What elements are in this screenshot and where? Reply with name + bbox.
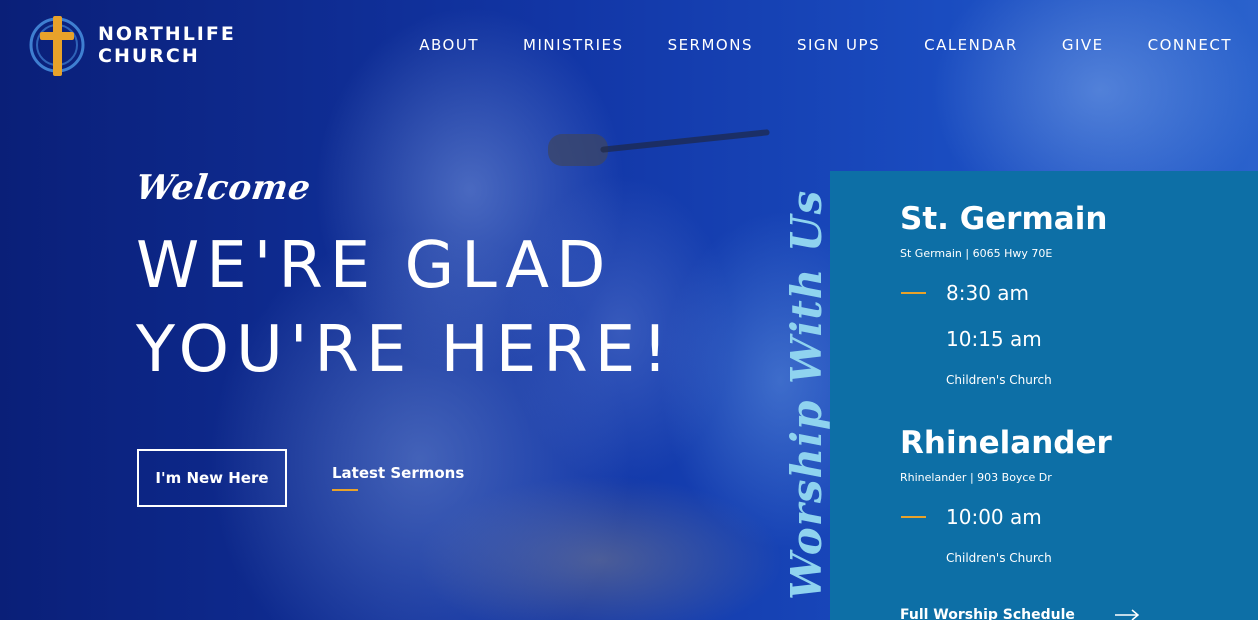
location-address-rhinelander: Rhinelander | 903 Boyce Dr: [900, 471, 1052, 484]
nav-sign-ups[interactable]: SIGN UPS: [797, 36, 880, 54]
nav-calendar[interactable]: CALENDAR: [924, 36, 1018, 54]
nav-sermons[interactable]: SERMONS: [668, 36, 753, 54]
brand-line-2: CHURCH: [98, 45, 200, 67]
main-navigation: ABOUT MINISTRIES SERMONS SIGN UPS CALEND…: [375, 36, 1232, 54]
headline-line-1: WE'RE GLAD: [136, 229, 613, 303]
headline-line-2: YOU'RE HERE!: [136, 313, 675, 387]
cross-in-circle-icon: [29, 16, 85, 76]
microphone-shape: [548, 134, 608, 166]
time-accent-dash: [901, 292, 926, 294]
nav-give[interactable]: GIVE: [1062, 36, 1104, 54]
new-here-button[interactable]: I'm New Here: [137, 449, 287, 507]
arrow-right-icon[interactable]: [1114, 609, 1140, 620]
service-time: 10:00 am: [946, 505, 1042, 529]
nav-connect[interactable]: CONNECT: [1148, 36, 1232, 54]
brand-name: NORTHLIFE CHURCH: [98, 23, 236, 67]
service-time: 10:15 am: [946, 327, 1042, 351]
link-accent-underline: [332, 489, 358, 491]
service-time: 8:30 am: [946, 281, 1030, 305]
nav-about[interactable]: ABOUT: [419, 36, 479, 54]
full-worship-schedule-link[interactable]: Full Worship Schedule: [900, 607, 1075, 620]
time-accent-dash: [901, 516, 926, 518]
childrens-church-note: Children's Church: [946, 551, 1052, 565]
hero-headline: WE'RE GLAD YOU'RE HERE!: [136, 224, 675, 392]
welcome-script: Welcome: [133, 168, 314, 208]
location-name-st-germain: St. Germain: [900, 201, 1108, 237]
childrens-church-note: Children's Church: [946, 373, 1052, 387]
location-name-rhinelander: Rhinelander: [900, 425, 1112, 461]
worship-with-us-script: Worship With Us: [782, 189, 831, 600]
worship-times-panel: St. Germain St Germain | 6065 Hwy 70E 8:…: [830, 171, 1258, 620]
latest-sermons-link[interactable]: Latest Sermons: [332, 464, 464, 482]
site-logo[interactable]: NORTHLIFE CHURCH: [26, 12, 236, 78]
nav-ministries[interactable]: MINISTRIES: [523, 36, 624, 54]
brand-line-1: NORTHLIFE: [98, 23, 236, 45]
location-address-st-germain: St Germain | 6065 Hwy 70E: [900, 247, 1053, 260]
